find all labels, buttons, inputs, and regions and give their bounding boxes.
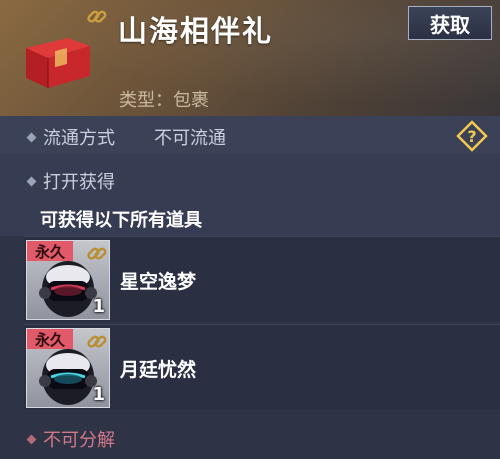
open-description: 可获得以下所有道具 — [40, 210, 202, 231]
chain-link-icon — [87, 247, 107, 260]
flow-row: 流通方式 不可流通 — [0, 116, 500, 154]
help-diamond-icon[interactable]: ? — [456, 120, 488, 152]
list-item[interactable]: 永久 1 月廷忧然 — [24, 324, 500, 410]
permanent-badge: 永久 — [27, 329, 73, 349]
item-name: 星空逸梦 — [120, 271, 197, 293]
bullet-diamond-icon — [26, 132, 37, 142]
flow-value: 不可流通 — [154, 128, 226, 149]
get-button[interactable]: 获取 — [408, 6, 492, 40]
item-icon[interactable]: 永久 1 — [26, 328, 110, 408]
flow-label-text: 流通方式 — [43, 128, 115, 149]
gift-box-icon — [26, 38, 90, 88]
decompose-label: 不可分解 — [26, 426, 115, 452]
bullet-diamond-icon — [26, 176, 37, 186]
item-title: 山海相伴礼 — [118, 14, 274, 48]
item-header: 山海相伴礼 获取 类型：包裹 — [0, 0, 500, 116]
item-icon[interactable]: 永久 1 — [26, 240, 110, 320]
open-label: 打开获得 — [26, 168, 115, 194]
open-label-text: 打开获得 — [43, 172, 115, 193]
item-name: 月廷忧然 — [120, 359, 197, 381]
flow-label: 流通方式 — [26, 124, 115, 150]
svg-text:?: ? — [467, 127, 476, 146]
chain-link-icon — [87, 10, 107, 23]
list-item[interactable]: 永久 1 星空逸梦 — [24, 236, 500, 322]
chain-link-icon — [87, 335, 107, 348]
permanent-badge: 永久 — [27, 241, 73, 261]
item-count: 1 — [92, 384, 105, 405]
bullet-diamond-icon — [26, 434, 37, 444]
decompose-row: 不可分解 — [0, 412, 500, 459]
item-type: 类型：包裹 — [119, 90, 209, 111]
decompose-label-text: 不可分解 — [43, 430, 115, 451]
item-count: 1 — [92, 296, 105, 317]
